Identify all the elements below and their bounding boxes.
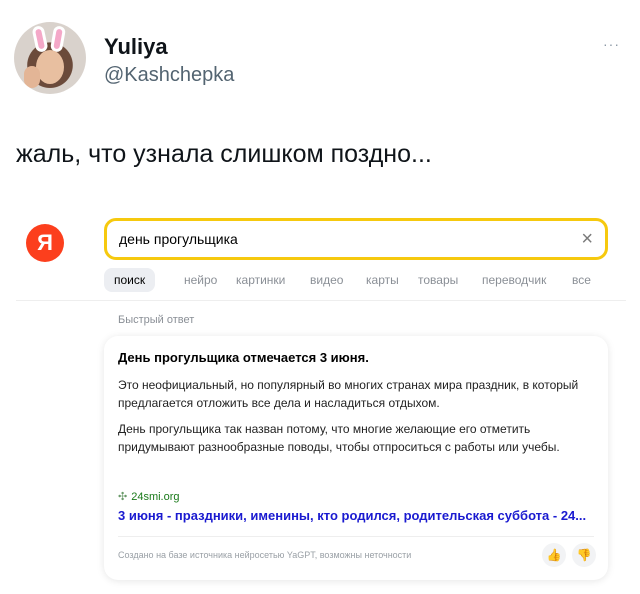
source-domain[interactable]: ✣ 24smi.org [118,490,180,503]
quick-answer-label: Быстрый ответ [118,314,195,326]
answer-paragraph: День прогульщика так назван потому, что … [118,422,560,454]
tab-all[interactable]: все [572,268,591,292]
tab-neuro[interactable]: нейро [184,268,217,292]
source-domain-text: 24smi.org [131,491,180,503]
search-query: день прогульщика [119,231,238,247]
source-favicon-icon: ✣ [118,491,128,503]
answer-paragraph: Это неофициальный, но популярный во мног… [118,378,579,410]
ai-disclaimer: Создано на базе источника нейросетью YaG… [118,550,412,560]
tweet-text: жаль, что узнала слишком поздно... [16,140,432,168]
display-name[interactable]: Yuliya [104,34,168,60]
search-input[interactable]: день прогульщика × [104,218,608,260]
clear-icon[interactable]: × [581,227,593,251]
more-options-icon[interactable]: ··· [603,36,620,52]
card-divider [118,536,594,537]
avatar[interactable] [14,22,86,94]
tab-translator[interactable]: переводчик [482,268,546,292]
quick-answer-card: День прогульщика отмечается 3 июня. Это … [104,336,608,580]
thumbs-down-icon[interactable]: 👎 [572,543,596,567]
tab-search[interactable]: поиск [104,268,156,292]
thumbs-up-icon[interactable]: 👍 [542,543,566,567]
tab-video[interactable]: видео [310,268,343,292]
avatar-face [36,50,64,84]
tab-images[interactable]: картинки [236,268,285,292]
search-screenshot: Я день прогульщика × поиск нейро картинк… [16,202,626,594]
bunny-ear-left [31,25,49,53]
avatar-hand [24,66,40,88]
tweet-header: Yuliya @Kashchepka ··· [14,22,626,96]
yandex-logo[interactable]: Я [26,224,64,262]
source-link[interactable]: 3 июня - праздники, именины, кто родился… [118,508,594,523]
tab-goods[interactable]: товары [418,268,458,292]
divider [16,300,626,301]
bunny-ear-right [49,25,67,53]
user-handle[interactable]: @Kashchepka [104,64,234,87]
answer-title: День прогульщика отмечается 3 июня. [118,350,369,365]
tab-maps[interactable]: карты [366,268,399,292]
